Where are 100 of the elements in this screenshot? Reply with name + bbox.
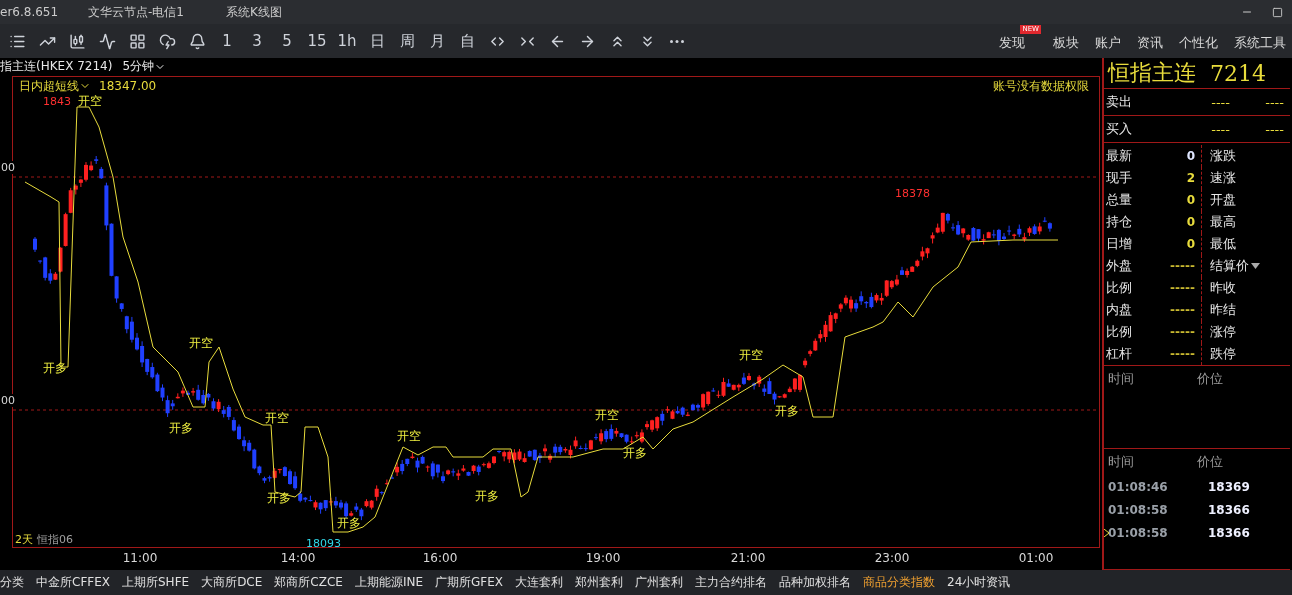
menu-item[interactable]: 个性化 xyxy=(1173,29,1224,57)
period-button[interactable]: 5 xyxy=(274,27,300,55)
stat-label: 比例 xyxy=(1105,279,1133,298)
stat-label: 内盘 xyxy=(1105,301,1133,320)
column-header: 时间 xyxy=(1108,453,1135,471)
stat-label: 现手 xyxy=(1105,169,1133,188)
category-tab[interactable]: 郑州套利 xyxy=(575,574,623,591)
axis-label: 11:00 xyxy=(122,551,158,566)
legend-label: 2天 xyxy=(15,532,33,546)
signal-label: 开多 xyxy=(267,490,291,505)
menu-item[interactable]: 资讯 xyxy=(1131,29,1169,57)
book-value: ---- xyxy=(1210,121,1230,137)
period-button[interactable]: 3 xyxy=(244,27,270,55)
stat-value: 0 xyxy=(1162,189,1202,212)
stat-label: 最高 xyxy=(1210,213,1236,232)
server-text: 文华云节点-电信1 xyxy=(88,3,185,21)
category-tab[interactable]: 品种加权排名 xyxy=(779,574,851,591)
category-tab[interactable]: 大商所DCE xyxy=(201,574,263,591)
view-title: 系统K线图 xyxy=(226,3,283,21)
signal-label: 开多 xyxy=(43,360,67,375)
quote-code: 7214 xyxy=(1210,60,1266,86)
stat-label: 开盘 xyxy=(1210,191,1236,210)
indicator-value: 18347.00 xyxy=(99,79,157,94)
period-button[interactable]: 日 xyxy=(364,27,390,55)
signal-label: 开空 xyxy=(189,335,213,350)
period-button[interactable]: 1 xyxy=(214,27,240,55)
stat-label: 总量 xyxy=(1105,191,1133,210)
stat-label: 结算价 xyxy=(1210,257,1249,276)
stat-value: 0 xyxy=(1162,233,1202,256)
book-label: 卖出 xyxy=(1106,93,1133,112)
stat-label: 昨收 xyxy=(1210,279,1236,298)
axis-label: 01:00 xyxy=(1018,551,1054,566)
category-tab[interactable]: 大连套利 xyxy=(515,574,563,591)
book-value: ---- xyxy=(1210,94,1230,110)
notice-text: 账号没有数据权限 xyxy=(993,77,1089,95)
stat-value: ----- xyxy=(1162,343,1202,366)
axis-label: 00 xyxy=(1,160,15,174)
stat-label: 外盘 xyxy=(1105,257,1133,276)
column-header: 时间 xyxy=(1108,370,1135,389)
category-tab[interactable]: 郑商所CZCE xyxy=(274,574,343,591)
category-tab[interactable]: 商品分类指数 xyxy=(863,574,935,591)
category-tab[interactable]: 广期所GFEX xyxy=(435,574,503,591)
period-dropdown[interactable]: 5分钟 xyxy=(122,58,167,76)
stat-value: ----- xyxy=(1162,255,1202,278)
category-tab[interactable]: 上期所SHFE xyxy=(122,574,190,591)
signal-label: 开多 xyxy=(169,420,193,435)
signal-label: 开空 xyxy=(78,93,102,108)
trade-time: 01:08:58 xyxy=(1108,502,1169,517)
quote-name: 恒指主连 xyxy=(1108,59,1196,87)
category-tab[interactable]: 上期能源INE xyxy=(354,574,423,591)
axis-label: 23:00 xyxy=(874,551,910,566)
trade-time: 01:08:58 xyxy=(1108,525,1169,540)
category-tab[interactable]: 中金所CFFEX xyxy=(36,574,110,591)
menu-item[interactable]: 账户 xyxy=(1089,29,1127,57)
column-header: 价位 xyxy=(1197,453,1224,471)
period-button[interactable]: 月 xyxy=(424,27,450,55)
stat-value: ----- xyxy=(1162,321,1202,344)
stat-label: 比例 xyxy=(1105,323,1133,342)
stat-label: 昨结 xyxy=(1210,301,1236,320)
trade-time: 01:08:46 xyxy=(1108,479,1169,494)
price-mark: 1843 xyxy=(43,94,71,108)
category-tab[interactable]: 分类 xyxy=(0,574,24,591)
period-button[interactable]: 15 xyxy=(304,27,330,55)
column-header: 价位 xyxy=(1197,370,1224,389)
axis-label: 21:00 xyxy=(730,551,766,566)
stat-label: 最新 xyxy=(1105,147,1133,166)
trade-price: 18366 xyxy=(1208,502,1250,517)
category-tab[interactable]: 主力合约排名 xyxy=(695,574,767,591)
axis-label: 19:00 xyxy=(585,551,621,566)
menu-item[interactable]: 板块 xyxy=(1047,29,1085,57)
symbol-title: 指主连(HKEX 7214) xyxy=(0,58,113,76)
axis-label: 16:00 xyxy=(422,551,458,566)
stat-label: 持仓 xyxy=(1105,213,1133,232)
signal-label: 开多 xyxy=(337,515,361,530)
menu-item[interactable]: 系统工具 xyxy=(1228,29,1292,57)
stat-value: 2 xyxy=(1162,167,1202,190)
signal-label: 开空 xyxy=(595,407,619,422)
signal-label: 开空 xyxy=(265,410,289,425)
period-button[interactable]: 1h xyxy=(334,27,360,55)
category-tab[interactable]: 广州套利 xyxy=(635,574,683,591)
legend-label: 恒指06 xyxy=(37,532,73,546)
period-button[interactable]: 自 xyxy=(454,27,480,55)
indicator-dropdown[interactable]: 日内超短线 xyxy=(19,77,91,95)
version-text: er6.8.651 xyxy=(0,5,60,19)
stat-label: 速涨 xyxy=(1210,169,1236,188)
signal-label: 开空 xyxy=(397,428,421,443)
stat-label: 涨跌 xyxy=(1210,147,1236,166)
price-mark: 18093 xyxy=(306,536,341,547)
book-label: 买入 xyxy=(1106,120,1133,139)
stat-value: 0 xyxy=(1162,211,1202,234)
book-value: ---- xyxy=(1264,121,1284,137)
signal-label: 开多 xyxy=(475,488,499,503)
stat-value: 0 xyxy=(1162,145,1202,168)
trade-price: 18366 xyxy=(1208,525,1250,540)
book-value: ---- xyxy=(1264,94,1284,110)
stat-value: ----- xyxy=(1162,277,1202,300)
signal-label: 开多 xyxy=(623,445,647,460)
stat-label: 日增 xyxy=(1105,235,1133,254)
category-tab[interactable]: 24小时资讯 xyxy=(947,574,1011,591)
period-button[interactable]: 周 xyxy=(394,27,420,55)
